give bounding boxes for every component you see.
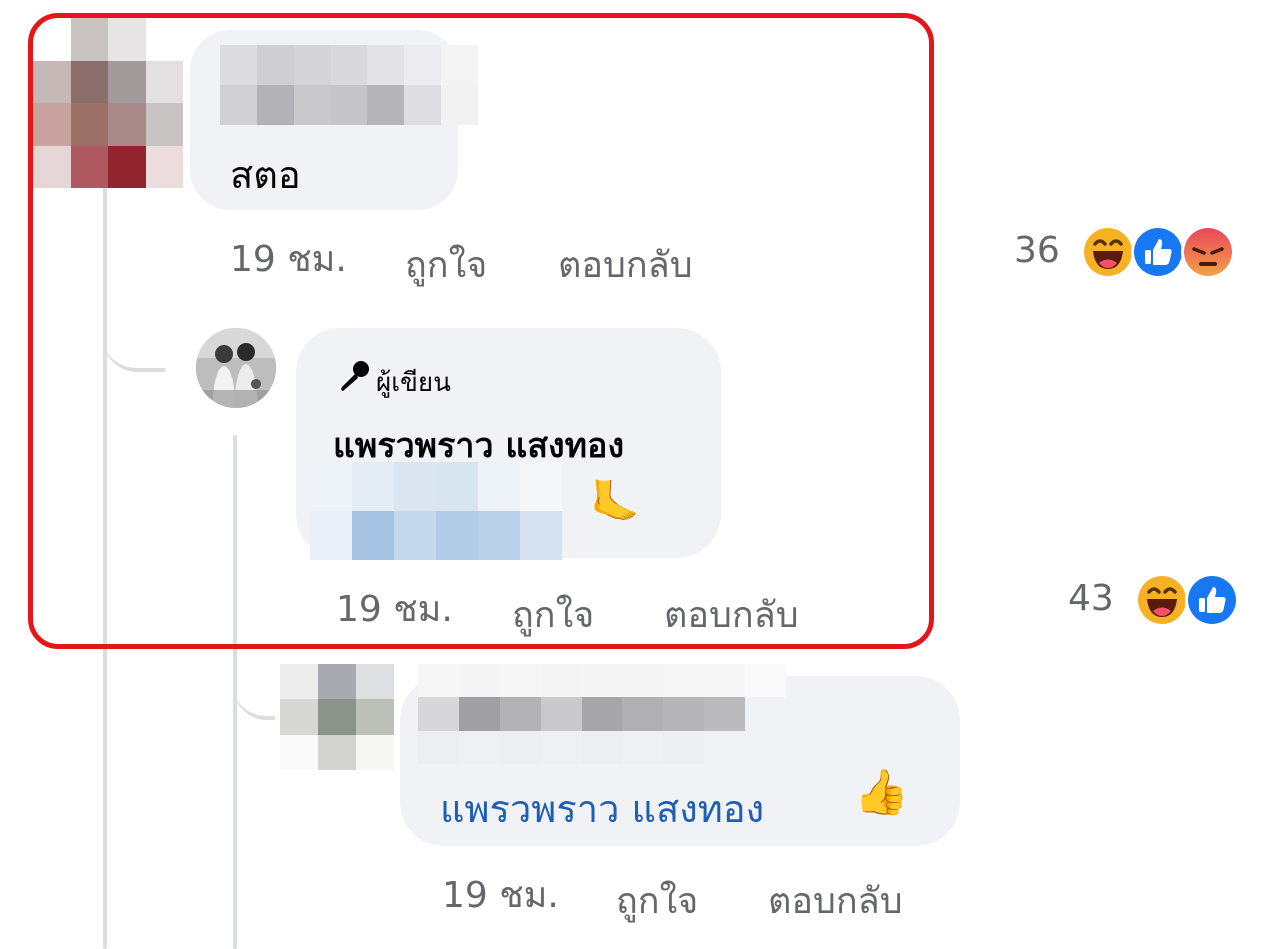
highlight-frame bbox=[28, 13, 934, 649]
angry-icon bbox=[1181, 225, 1235, 279]
author-name-blurred-3[interactable] bbox=[418, 664, 786, 764]
thread-connector-reply2 bbox=[233, 650, 275, 720]
reaction-summary-1[interactable] bbox=[1080, 224, 1240, 280]
comment-time-3[interactable]: 19 ชม. bbox=[442, 866, 559, 923]
mention-link[interactable]: แพรวพราว แสงทอง bbox=[440, 778, 764, 839]
like-icon bbox=[1131, 225, 1185, 279]
reaction-count-2[interactable]: 43 bbox=[1068, 578, 1114, 619]
thumbs-up-emoji: 👍 bbox=[854, 767, 909, 818]
avatar-blurred-3[interactable] bbox=[280, 664, 394, 770]
haha-icon bbox=[1081, 225, 1135, 279]
reply-button-3[interactable]: ตอบกลับ bbox=[768, 872, 903, 929]
reaction-count-1[interactable]: 36 bbox=[1014, 230, 1060, 271]
haha-icon bbox=[1135, 573, 1189, 627]
like-button-3[interactable]: ถูกใจ bbox=[616, 872, 698, 929]
like-icon bbox=[1185, 573, 1239, 627]
reaction-summary-2[interactable] bbox=[1134, 572, 1244, 628]
